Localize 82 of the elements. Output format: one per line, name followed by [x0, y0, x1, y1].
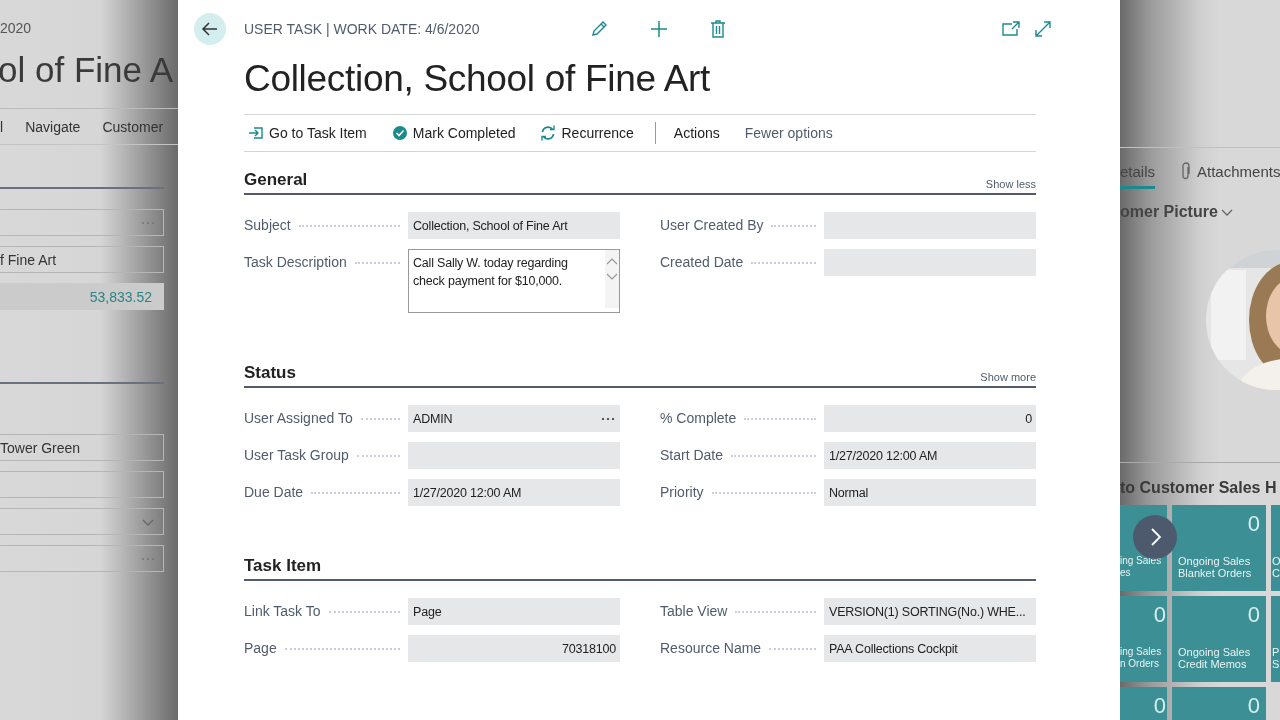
input-field[interactable]	[824, 249, 1036, 276]
input-field[interactable]	[0, 209, 164, 236]
edit-icon[interactable]	[590, 20, 608, 38]
add-icon[interactable]	[650, 20, 668, 38]
field-label: % Complete	[660, 409, 737, 428]
input-field[interactable]	[0, 471, 164, 498]
field-label: Resource Name	[660, 639, 762, 658]
field-label: Table View	[660, 602, 728, 621]
tab[interactable]: Attachments	[1181, 162, 1280, 189]
input-field[interactable]	[824, 212, 1036, 239]
pop-out-icon[interactable]	[1002, 21, 1020, 37]
back-button[interactable]	[194, 13, 226, 45]
field-label: Link Task To	[244, 602, 321, 621]
toggle-link[interactable]: Show more	[980, 371, 1036, 383]
tile-label: ing Sales n Orders	[1120, 646, 1163, 670]
tile-label: Ongoing Sales Credit Memos	[1178, 646, 1252, 670]
field-label: Subject	[244, 216, 291, 235]
cue-tile[interactable]: 0 ing Sales n Orders	[1120, 596, 1167, 682]
field-label: Page	[244, 639, 277, 658]
tile-count: 0	[1246, 693, 1260, 720]
input-field[interactable]: 1/27/2020 12:00 AM	[824, 442, 1036, 469]
tile-label: P S	[1272, 646, 1280, 670]
tile-count: 0	[1152, 602, 1166, 629]
field-label: Due Date	[244, 483, 304, 502]
input-field[interactable]: ADMIN	[408, 405, 620, 432]
menu-item[interactable]: Navigate	[25, 119, 81, 135]
action-button[interactable]: Go to Task Item	[244, 118, 379, 148]
section-title: Status	[244, 363, 296, 383]
text-area[interactable]: Call Sally W. today regarding check payment for $10,000.	[408, 249, 620, 313]
paperclip-icon	[1181, 162, 1192, 180]
page-title: ol of Fine A	[0, 50, 175, 90]
menu-item[interactable]: Customer	[102, 119, 164, 135]
field-label: User Created By	[660, 216, 764, 235]
input-field[interactable]	[0, 545, 164, 572]
tile-count: 0	[1152, 693, 1166, 720]
factbox-title: omer Picture	[1120, 203, 1218, 221]
delete-icon[interactable]	[710, 20, 726, 38]
cue-tile[interactable]: O C	[1271, 505, 1280, 591]
tile-label: Ongoing Sales Blanket Orders	[1178, 555, 1253, 579]
input-field[interactable]	[0, 508, 164, 535]
input-field[interactable]: 0	[824, 405, 1036, 432]
input-field[interactable]: 1/27/2020 12:00 AM	[408, 479, 620, 506]
tile-count: 0	[1246, 511, 1260, 538]
field-value: Call Sally W. today regarding check payment for $10,000.	[413, 255, 569, 290]
input-field[interactable]: Normal	[824, 479, 1036, 506]
page-caption: 2020	[0, 20, 33, 38]
field-label: Created Date	[660, 253, 744, 272]
input-field[interactable]: PAA Collections Cockpit	[824, 635, 1036, 662]
tile-count: 0	[1246, 602, 1260, 629]
action-button[interactable]: Recurrence	[536, 118, 646, 148]
go-to-icon	[248, 125, 264, 141]
scroll-down-icon	[605, 272, 619, 282]
page-caption: USER TASK | WORK DATE: 4/6/2020	[244, 21, 481, 37]
record-title: Collection, School of Fine Art	[244, 58, 712, 101]
input-field[interactable]: Tower Green	[0, 434, 164, 461]
menu-button[interactable]: Actions	[669, 118, 732, 148]
input-field[interactable]: Collection, School of Fine Art	[408, 212, 620, 239]
tile-label: O C	[1272, 555, 1280, 579]
field-label: User Task Group	[244, 446, 349, 465]
input-field[interactable]: 70318100	[408, 635, 620, 662]
scroll-up-icon	[605, 256, 619, 266]
field-label: User Assigned To	[244, 409, 353, 428]
action-button[interactable]: Mark Completed	[387, 118, 528, 148]
section-title: to Customer Sales H	[1120, 462, 1280, 497]
input-field[interactable]: Page	[408, 598, 620, 625]
cue-tile[interactable]: 0 Ongoing Sales Credit Memos	[1172, 596, 1266, 682]
input-field[interactable]: VERSION(1) SORTING(No.) WHE...	[824, 598, 1036, 625]
expand-icon[interactable]	[1034, 20, 1052, 38]
cue-tile[interactable]: 0 Ongoing Sales Blanket Orders	[1172, 505, 1266, 591]
section-title: Task Item	[244, 556, 322, 576]
tile-label: ing Sales es	[1120, 555, 1163, 579]
field-label: Task Description	[244, 253, 347, 272]
refresh-icon	[540, 125, 557, 141]
check-circle-icon	[391, 125, 408, 141]
input-field[interactable]	[408, 442, 620, 469]
toggle-link[interactable]: Show less	[985, 178, 1036, 190]
options-link[interactable]: Fewer options	[740, 118, 845, 148]
field-label: Priority	[660, 483, 704, 502]
menu-item[interactable]: l	[0, 119, 4, 135]
input-field[interactable]: f Fine Art	[0, 246, 164, 273]
section-title: General	[244, 170, 308, 190]
field-label: Start Date	[660, 446, 724, 465]
